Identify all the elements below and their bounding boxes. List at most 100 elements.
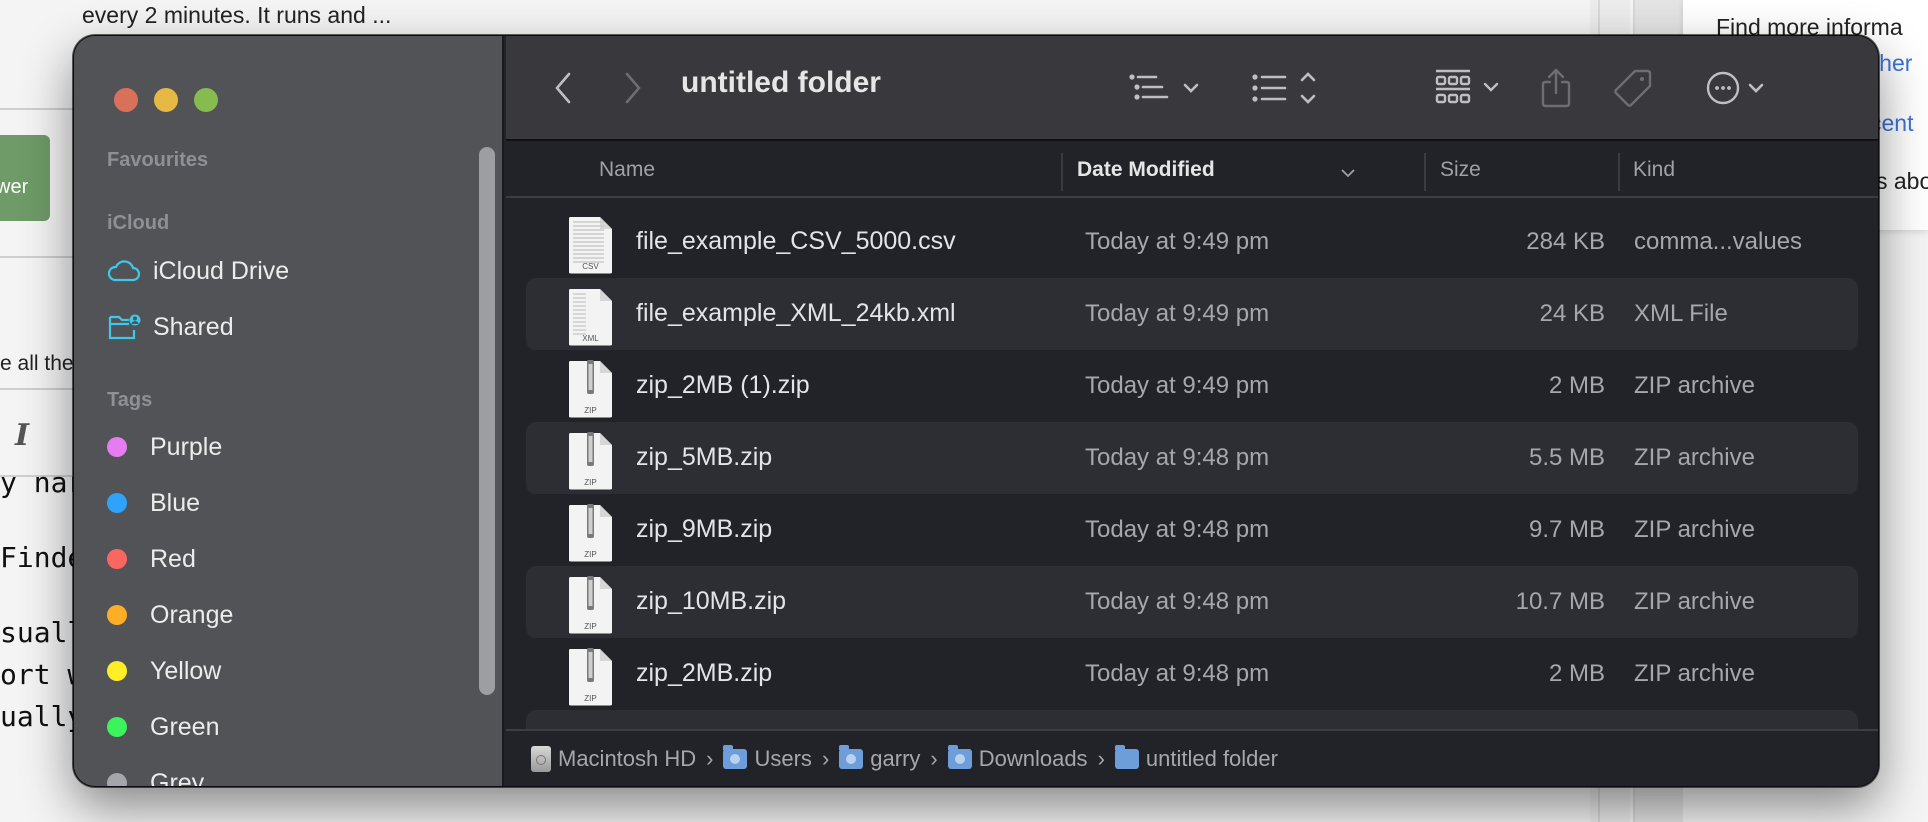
tags-button[interactable] [1611, 60, 1655, 116]
file-date-modified: Today at 9:48 pm [1085, 444, 1270, 471]
group-list-icon [1129, 74, 1199, 100]
chevron-right-icon [625, 72, 641, 104]
sidebar-item-label: Red [150, 544, 196, 573]
xml-file-icon: XML [568, 289, 612, 346]
italic-icon[interactable]: I [15, 418, 29, 453]
sort-chevron-down-icon[interactable] [1340, 168, 1356, 178]
zoom-button[interactable] [194, 88, 218, 112]
sidebar-item-shared[interactable]: Shared [107, 307, 234, 347]
forward-button[interactable] [616, 60, 650, 116]
sidebar-item-label: Grey [150, 768, 205, 787]
column-date-modified[interactable]: Date Modified [1077, 158, 1215, 182]
column-divider[interactable] [1618, 153, 1620, 191]
sidebar-tag-purple[interactable]: Purple [94, 427, 222, 467]
orange-tag-icon [107, 605, 127, 625]
file-icon-label: XML [582, 334, 599, 343]
window-title: untitled folder [681, 66, 881, 99]
downloads-folder-icon [947, 744, 972, 769]
file-size: 10.7 MB [1515, 588, 1605, 615]
column-size[interactable]: Size [1440, 158, 1481, 182]
path-item-untitled-folder[interactable]: untitled folder [1114, 744, 1278, 772]
minimize-button[interactable] [154, 88, 178, 112]
search-button[interactable] [1876, 60, 1878, 116]
sidebar-item-label: Shared [153, 312, 234, 341]
bg-text: suall [0, 616, 85, 649]
bg-text: ort w [0, 658, 85, 691]
file-date-modified: Today at 9:48 pm [1085, 516, 1270, 543]
path-item-label: untitled folder [1145, 745, 1278, 771]
close-button[interactable] [114, 88, 138, 112]
file-row[interactable]: ZIP zip_2MB.zip Today at 9:48 pm 2 MB ZI… [526, 638, 1858, 710]
zip-file-icon: ZIP [568, 360, 612, 418]
column-name[interactable]: Name [599, 158, 655, 182]
sidebar-tag-orange[interactable]: Orange [94, 595, 233, 635]
more-actions-button[interactable] [1706, 60, 1776, 116]
path-item-downloads[interactable]: Downloads [947, 744, 1088, 772]
sidebar-section-favourites[interactable]: Favourites [107, 149, 208, 172]
file-kind: ZIP archive [1634, 660, 1755, 687]
bg-green-button[interactable]: l wer [0, 135, 50, 221]
sidebar-tag-yellow[interactable]: Yellow [94, 651, 221, 691]
path-item-label: Macintosh HD [558, 745, 697, 771]
tag-icon [1614, 69, 1652, 107]
hard-drive-icon [531, 745, 551, 772]
bg-text: y nar [0, 466, 85, 499]
column-divider[interactable] [1424, 153, 1426, 191]
path-separator: › [1097, 745, 1105, 771]
share-icon [1541, 68, 1571, 108]
bg-green-button-line: l [0, 145, 50, 173]
sidebar-item-label: Blue [150, 488, 201, 517]
file-size: 2 MB [1548, 660, 1605, 687]
view-options-button[interactable] [1434, 60, 1509, 116]
blue-tag-icon [107, 493, 127, 513]
sidebar-item-icloud-drive[interactable]: iCloud Drive [107, 251, 289, 291]
path-item-label: garry [870, 745, 921, 771]
file-name: zip_9MB.zip [636, 515, 773, 543]
path-separator: › [706, 745, 714, 771]
sidebar-tag-blue[interactable]: Blue [94, 483, 200, 523]
csv-file-icon: CSV [568, 217, 612, 274]
purple-tag-icon [107, 437, 127, 457]
sidebar-section-tags[interactable]: Tags [107, 389, 152, 412]
home-folder-icon [839, 744, 864, 769]
finder-window: Favourites iCloud iCloud Drive Shared Ta… [73, 35, 1879, 787]
sort-by-button[interactable] [1251, 60, 1321, 116]
path-separator: › [930, 745, 938, 771]
zip-file-icon: ZIP [568, 576, 612, 634]
file-row[interactable]: ZIP zip_9MB.zip Today at 9:48 pm 9.7 MB … [526, 494, 1858, 566]
sidebar-scrollbar[interactable] [479, 147, 495, 695]
file-name: zip_2MB (1).zip [636, 371, 810, 399]
list-sort-icon [1252, 72, 1316, 104]
file-icon-label: ZIP [584, 550, 596, 559]
file-size: 5.5 MB [1528, 444, 1605, 471]
path-item-garry[interactable]: garry [839, 744, 921, 772]
sidebar-section-icloud[interactable]: iCloud [107, 212, 169, 235]
column-kind[interactable]: Kind [1633, 158, 1675, 182]
file-row[interactable]: CSV file_example_CSV_5000.csv Today at 9… [526, 206, 1858, 278]
sidebar-tag-green[interactable]: Green [94, 707, 219, 747]
folder-icon [1114, 744, 1139, 769]
empty-row-stripe [526, 710, 1858, 730]
file-icon-label: ZIP [584, 622, 596, 631]
path-item-macintosh-hd[interactable]: Macintosh HD [531, 745, 697, 772]
bg-text: e all the [0, 352, 74, 375]
file-row[interactable]: ZIP zip_10MB.zip Today at 9:48 pm 10.7 M… [526, 566, 1858, 638]
file-row[interactable]: ZIP zip_5MB.zip Today at 9:48 pm 5.5 MB … [526, 422, 1858, 494]
file-size: 9.7 MB [1528, 516, 1605, 543]
bg-top-text: every 2 minutes. It runs and ... [82, 2, 392, 28]
zip-file-icon: ZIP [568, 504, 612, 562]
back-button[interactable] [546, 60, 580, 116]
chevron-left-icon [555, 72, 571, 104]
column-divider[interactable] [1061, 153, 1063, 191]
bg-rule [0, 108, 80, 110]
bg-green-button-line: wer [0, 176, 29, 198]
path-item-users[interactable]: Users [723, 744, 812, 772]
sidebar-tag-red[interactable]: Red [94, 539, 196, 579]
share-button[interactable] [1536, 60, 1576, 116]
sidebar-tag-grey[interactable]: Grey [94, 763, 205, 787]
zip-file-icon: ZIP [568, 432, 612, 490]
file-row[interactable]: ZIP zip_2MB (1).zip Today at 9:49 pm 2 M… [526, 350, 1858, 422]
file-row[interactable]: XML file_example_XML_24kb.xml Today at 9… [526, 278, 1858, 350]
cloud-icon [107, 257, 143, 285]
group-by-button[interactable] [1128, 60, 1208, 116]
